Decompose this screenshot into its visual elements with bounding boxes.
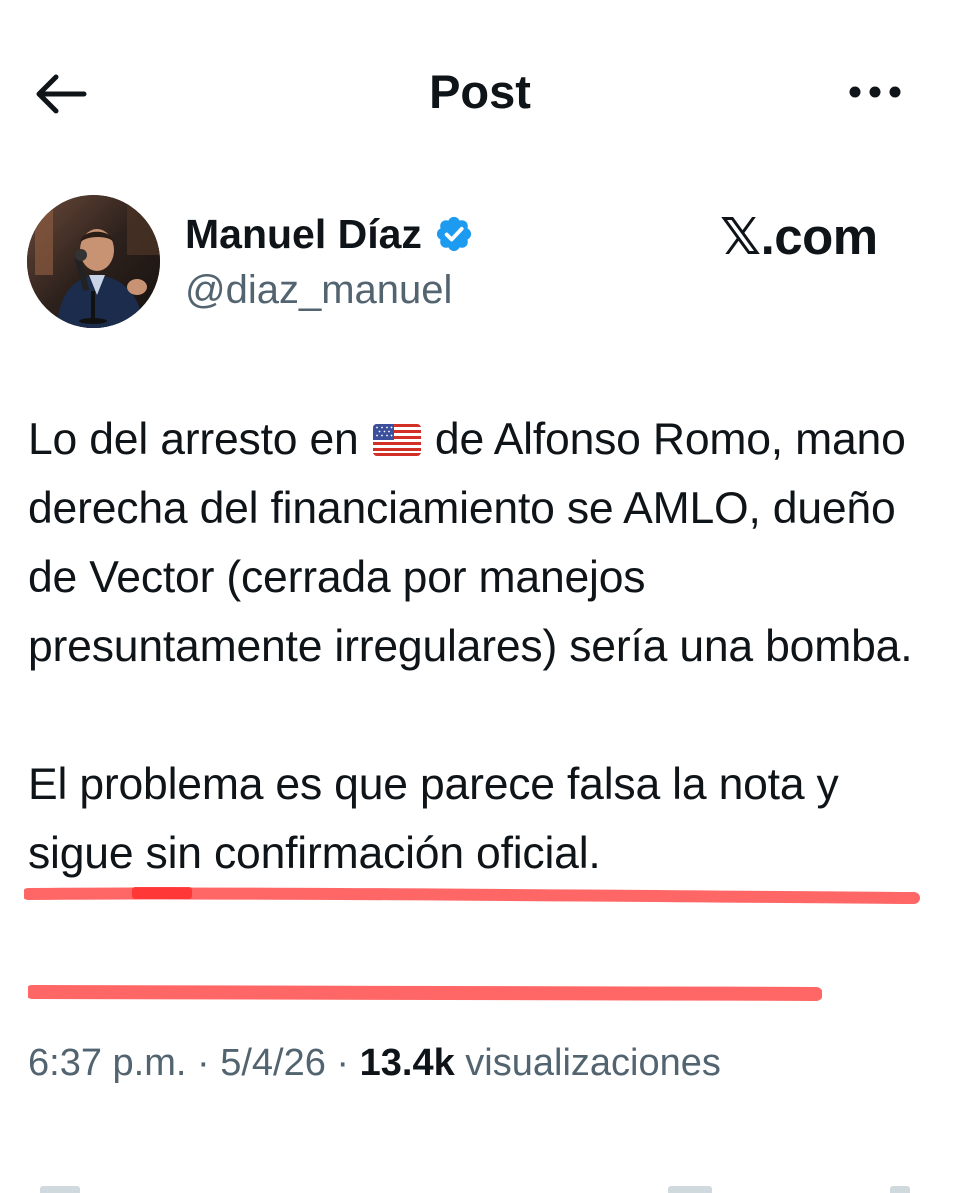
page-title: Post xyxy=(429,65,531,118)
post-text-part-1: Lo del arresto en xyxy=(28,415,371,464)
more-horizontal-icon xyxy=(849,86,901,98)
action-icon-edge xyxy=(890,1186,910,1193)
views-label: visualizaciones xyxy=(454,1042,721,1084)
author-handle[interactable]: @diaz_manuel xyxy=(185,264,452,316)
us-flag-icon xyxy=(372,424,421,456)
action-icon-edge xyxy=(668,1186,712,1193)
post-paragraph-2: El problema es que parece falsa la nota … xyxy=(28,760,851,878)
more-options-button[interactable] xyxy=(840,66,910,118)
post-time[interactable]: 6:37 p.m. xyxy=(28,1042,186,1084)
verified-badge-icon xyxy=(436,216,472,252)
views-count[interactable]: 13.4k xyxy=(360,1042,455,1084)
red-highlight-underline-2 xyxy=(28,984,822,1001)
meta-separator: · xyxy=(186,1042,221,1084)
action-icon-edge xyxy=(40,1186,80,1193)
top-navigation-bar: Post xyxy=(0,0,960,185)
post-paragraph-1: Lo del arresto en de Alfonso Romo, mano … xyxy=(28,405,938,681)
author-avatar[interactable] xyxy=(27,195,160,328)
meta-separator: · xyxy=(325,1042,360,1084)
x-com-watermark: 𝕏.com xyxy=(720,208,878,265)
avatar-photo xyxy=(27,195,160,328)
post-date[interactable]: 5/4/26 xyxy=(220,1042,326,1084)
author-name[interactable]: Manuel Díaz xyxy=(185,208,422,260)
red-highlight-underline-1 xyxy=(24,887,920,904)
post-metadata: 6:37 p.m. · 5/4/26 · 13.4k visualizacion… xyxy=(28,1037,721,1089)
author-name-row[interactable]: Manuel Díaz xyxy=(185,208,474,260)
action-bar-edge xyxy=(0,1186,960,1193)
post-text: Lo del arresto en de Alfonso Romo, mano … xyxy=(28,405,938,888)
